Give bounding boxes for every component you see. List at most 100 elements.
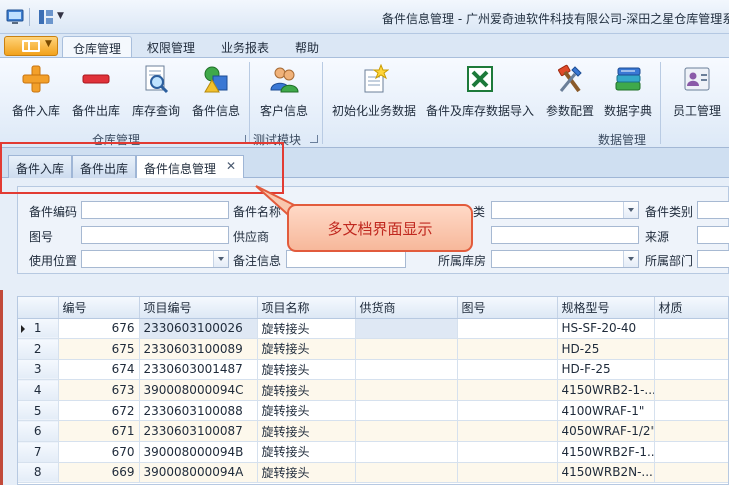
cell-project-no[interactable]: 2330603100087 bbox=[139, 420, 258, 443]
part-in-button[interactable]: 备件入库 bbox=[8, 62, 64, 130]
cell-project-name[interactable]: 旋转接头 bbox=[257, 420, 356, 443]
cell-id[interactable]: 672 bbox=[58, 400, 140, 422]
row-header[interactable]: 5 bbox=[18, 400, 59, 422]
cell-spec[interactable]: HD-25 bbox=[557, 338, 655, 360]
cell-project-no[interactable]: 390008000094A bbox=[139, 462, 258, 484]
table-row[interactable]: 4 673 390008000094C 旋转接头 4150WRB2-1-... bbox=[18, 379, 728, 401]
part-info-button[interactable]: 备件信息 bbox=[188, 62, 244, 130]
table-row[interactable]: 2 675 2330603100089 旋转接头 HD-25 bbox=[18, 338, 728, 360]
parts-grid[interactable]: 编号 项目编号 项目名称 供货商 图号 规格型号 材质 1 676 23306031… bbox=[17, 296, 729, 485]
cell-id[interactable]: 670 bbox=[58, 441, 140, 463]
cell-project-name[interactable]: 旋转接头 bbox=[257, 318, 356, 340]
part-type-combo[interactable] bbox=[697, 201, 729, 219]
column-header-project-no[interactable]: 项目编号 bbox=[139, 297, 258, 319]
chevron-down-icon[interactable] bbox=[623, 251, 638, 267]
data-dictionary-button[interactable]: 数据字典 bbox=[602, 62, 654, 130]
cell-material[interactable] bbox=[654, 462, 728, 484]
column-header-supplier[interactable]: 供货商 bbox=[355, 297, 458, 319]
chevron-down-icon[interactable] bbox=[623, 202, 638, 218]
cell-project-no[interactable]: 2330603100089 bbox=[139, 338, 258, 360]
params-config-button[interactable]: 参数配置 bbox=[544, 62, 596, 130]
cell-id[interactable]: 669 bbox=[58, 462, 140, 484]
cell-supplier[interactable] bbox=[355, 318, 458, 340]
cell-spec[interactable]: 4050WRAF-1/2" bbox=[557, 420, 655, 443]
cell-id[interactable]: 674 bbox=[58, 359, 140, 381]
cell-id[interactable]: 671 bbox=[58, 420, 140, 443]
cell-supplier[interactable] bbox=[355, 379, 458, 401]
cell-project-name[interactable]: 旋转接头 bbox=[257, 359, 356, 381]
cell-supplier[interactable] bbox=[355, 420, 458, 443]
cell-drawing[interactable] bbox=[457, 441, 558, 463]
cell-drawing[interactable] bbox=[457, 318, 558, 340]
cell-supplier[interactable] bbox=[355, 400, 458, 422]
cell-supplier[interactable] bbox=[355, 359, 458, 381]
column-header-id[interactable]: 编号 bbox=[58, 297, 140, 319]
cell-material[interactable] bbox=[654, 441, 728, 463]
tab-reports[interactable]: 业务报表 bbox=[210, 36, 280, 57]
chevron-down-icon[interactable] bbox=[213, 251, 228, 267]
column-header-spec[interactable]: 规格型号 bbox=[557, 297, 655, 319]
cell-project-no[interactable]: 2330603100088 bbox=[139, 400, 258, 422]
cell-drawing[interactable] bbox=[457, 462, 558, 484]
cell-drawing[interactable] bbox=[457, 400, 558, 422]
table-row[interactable]: 3 674 2330603001487 旋转接头 HD-F-25 bbox=[18, 359, 728, 381]
table-row[interactable]: 1 676 2330603100026 旋转接头 HS-SF-20-40 bbox=[18, 318, 728, 340]
cell-project-name[interactable]: 旋转接头 bbox=[257, 462, 356, 484]
warehouse-combo[interactable] bbox=[491, 250, 639, 268]
column-header-drawing[interactable]: 图号 bbox=[457, 297, 558, 319]
cell-spec[interactable]: 4150WRB2-1-... bbox=[557, 379, 655, 401]
table-row[interactable]: 7 670 390008000094B 旋转接头 4150WRB2F-1... bbox=[18, 441, 728, 463]
cell-material[interactable] bbox=[654, 338, 728, 360]
department-combo[interactable] bbox=[697, 250, 729, 268]
row-header[interactable]: 7 bbox=[18, 441, 59, 463]
cell-project-no[interactable]: 390008000094B bbox=[139, 441, 258, 463]
application-menu-button[interactable]: ▼ bbox=[4, 36, 58, 56]
use-location-combo[interactable] bbox=[81, 250, 229, 268]
cell-spec[interactable]: 4100WRAF-1" bbox=[557, 400, 655, 422]
row-header[interactable]: 3 bbox=[18, 359, 59, 381]
tab-permission[interactable]: 权限管理 bbox=[136, 36, 206, 57]
cell-drawing[interactable] bbox=[457, 420, 558, 443]
layout-icon[interactable] bbox=[37, 8, 55, 26]
tab-help[interactable]: 帮助 bbox=[284, 36, 330, 57]
import-data-button[interactable]: 备件及库存数据导入 bbox=[426, 62, 534, 130]
drawing-no-input[interactable] bbox=[81, 226, 229, 244]
part-out-button[interactable]: 备件出库 bbox=[68, 62, 124, 130]
cell-id[interactable]: 676 bbox=[58, 318, 140, 340]
cell-spec[interactable]: HS-SF-20-40 bbox=[557, 318, 655, 340]
tab-warehouse[interactable]: 仓库管理 bbox=[62, 36, 132, 57]
app-icon[interactable] bbox=[6, 8, 24, 26]
table-row[interactable]: 5 672 2330603100088 旋转接头 4100WRAF-1" bbox=[18, 400, 728, 422]
cell-material[interactable] bbox=[654, 318, 728, 340]
customer-info-button[interactable]: 客户信息 bbox=[256, 62, 312, 130]
cell-spec[interactable]: 4150WRB2F-1... bbox=[557, 441, 655, 463]
cell-id[interactable]: 675 bbox=[58, 338, 140, 360]
staff-management-button[interactable]: 员工管理 bbox=[670, 62, 724, 130]
row-header[interactable]: 8 bbox=[18, 462, 59, 484]
cell-project-no[interactable]: 2330603100026 bbox=[139, 318, 258, 340]
dialog-launcher-icon[interactable] bbox=[310, 135, 318, 143]
table-row[interactable]: 6 671 2330603100087 旋转接头 4050WRAF-1/2" bbox=[18, 420, 728, 443]
cell-project-name[interactable]: 旋转接头 bbox=[257, 441, 356, 463]
part-code-input[interactable] bbox=[81, 201, 229, 219]
cell-material[interactable] bbox=[654, 420, 728, 443]
row-header[interactable]: 4 bbox=[18, 379, 59, 401]
row-header[interactable]: 2 bbox=[18, 338, 59, 360]
cell-id[interactable]: 673 bbox=[58, 379, 140, 401]
cell-project-name[interactable]: 旋转接头 bbox=[257, 338, 356, 360]
source-combo[interactable] bbox=[697, 226, 729, 244]
cell-spec[interactable]: 4150WRB2N-... bbox=[557, 462, 655, 484]
cell-project-no[interactable]: 2330603001487 bbox=[139, 359, 258, 381]
cell-spec[interactable]: HD-F-25 bbox=[557, 359, 655, 381]
cell-supplier[interactable] bbox=[355, 441, 458, 463]
cell-supplier[interactable] bbox=[355, 338, 458, 360]
chevron-down-icon[interactable]: ▼ bbox=[57, 11, 64, 21]
supplier-extra-input[interactable] bbox=[491, 226, 639, 244]
column-header-project-name[interactable]: 项目名称 bbox=[257, 297, 356, 319]
init-data-button[interactable]: 初始化业务数据 bbox=[332, 62, 416, 130]
category-combo[interactable] bbox=[491, 201, 639, 219]
cell-supplier[interactable] bbox=[355, 462, 458, 484]
cell-project-name[interactable]: 旋转接头 bbox=[257, 400, 356, 422]
cell-material[interactable] bbox=[654, 400, 728, 422]
column-header-material[interactable]: 材质 bbox=[654, 297, 728, 319]
